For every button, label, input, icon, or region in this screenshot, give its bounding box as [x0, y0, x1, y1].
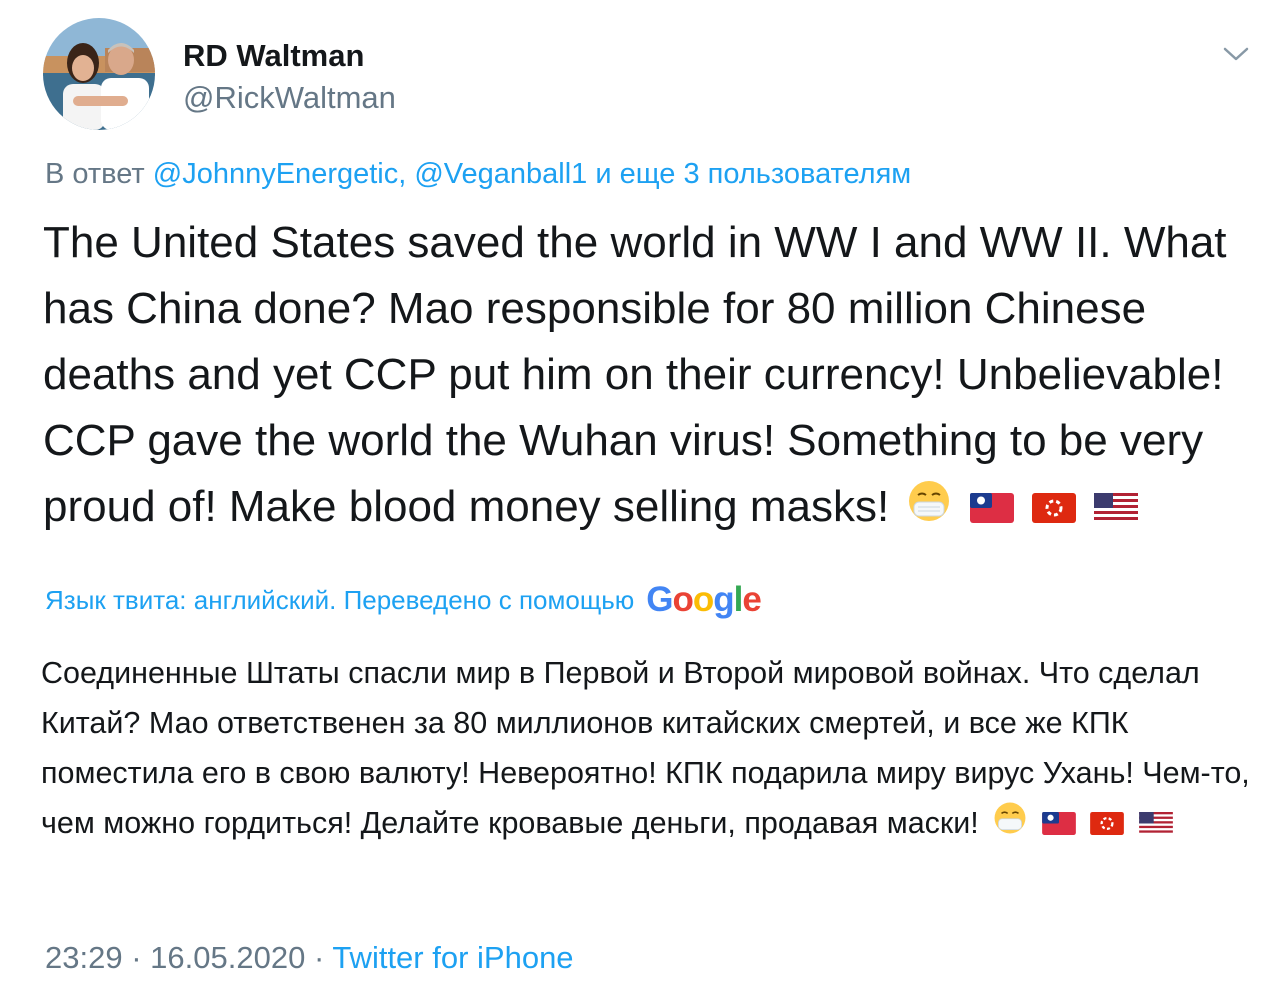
translation-attribution[interactable]: Язык твита: английский. Переведено с пом… [45, 580, 762, 620]
tweet-source-link[interactable]: Twitter for iPhone [332, 940, 573, 975]
meta-separator: · [131, 940, 142, 975]
chevron-down-icon[interactable] [1222, 44, 1250, 64]
tweet-text: The United States saved the world in WW … [43, 210, 1253, 542]
google-logo: Google [646, 580, 762, 619]
mask-face-emoji-icon [993, 800, 1027, 850]
author-handle[interactable]: @RickWaltman [183, 80, 396, 116]
reply-others-link[interactable]: и еще 3 пользователям [595, 158, 911, 190]
avatar[interactable] [43, 18, 155, 130]
tweet-date[interactable]: 16.05.2020 [150, 940, 305, 975]
reply-context: В ответ @JohnnyEnergetic, @Veganball1 и … [45, 158, 911, 191]
taiwan-flag-icon [969, 476, 1014, 542]
reply-prefix: В ответ [45, 158, 145, 190]
reply-mentions-link[interactable]: @JohnnyEnergetic, @Veganball1 [153, 158, 588, 190]
us-flag-icon [1094, 476, 1139, 542]
hong-kong-flag-icon [1090, 800, 1125, 850]
us-flag-icon [1138, 800, 1173, 850]
meta-separator: · [313, 940, 325, 975]
tweet-time[interactable]: 23:29 [45, 940, 123, 975]
tweet-meta: 23:29 · 16.05.2020 · Twitter for iPhone [45, 940, 574, 976]
avatar-photo [43, 18, 155, 130]
hong-kong-flag-icon [1031, 476, 1076, 542]
mask-face-emoji-icon [907, 476, 951, 542]
translated-text: Соединенные Штаты спасли мир в Первой и … [41, 648, 1256, 850]
translation-label[interactable]: Язык твита: английский. Переведено с пом… [45, 585, 634, 616]
author-name[interactable]: RD Waltman [183, 38, 364, 74]
taiwan-flag-icon [1041, 800, 1076, 850]
